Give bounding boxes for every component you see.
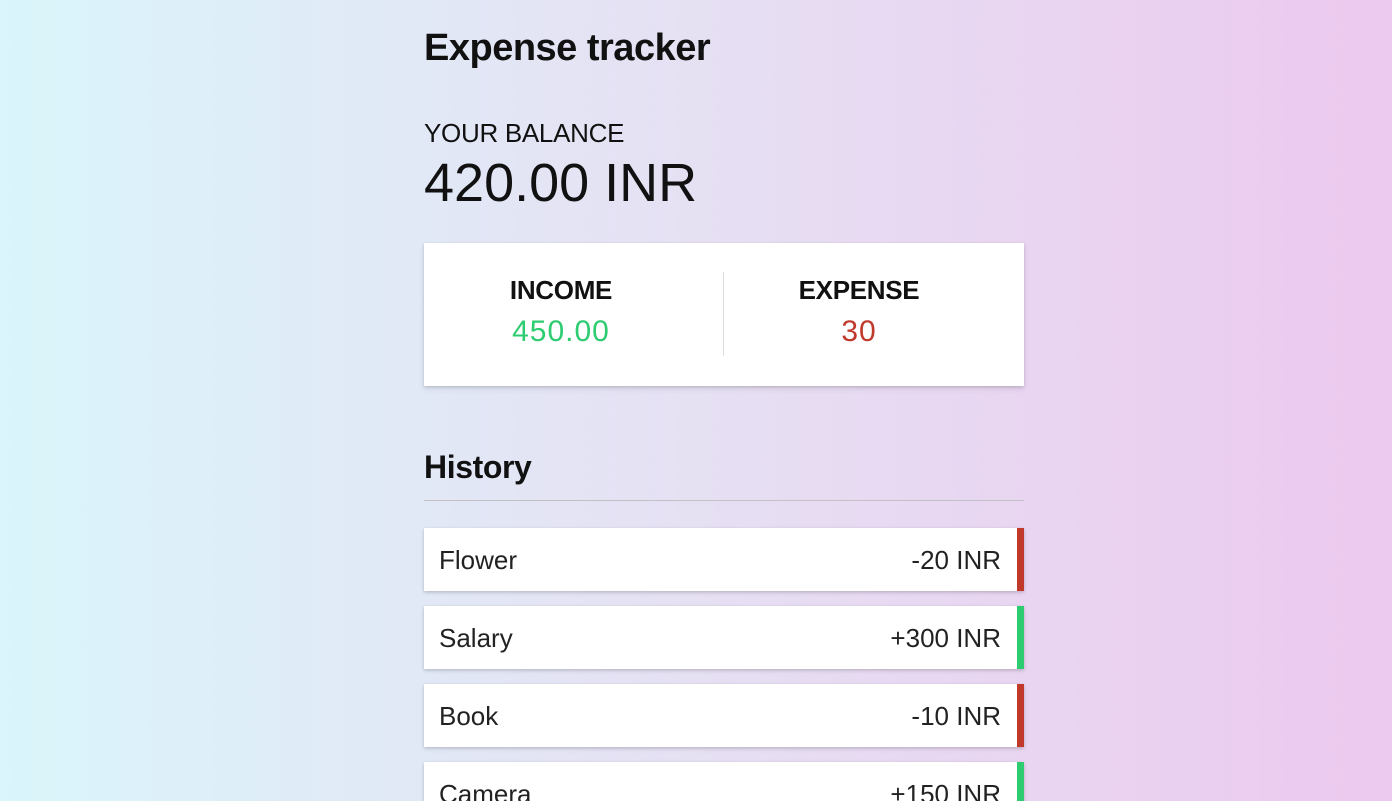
transaction-type-indicator — [1017, 684, 1024, 747]
history-item-amount: -10 INR — [911, 701, 1001, 731]
transaction-type-indicator — [1017, 528, 1024, 591]
balance-label: YOUR BALANCE — [424, 118, 625, 148]
income-expense-card: INCOME 450.00 EXPENSE 30 — [424, 243, 1024, 386]
history-divider — [424, 500, 1024, 501]
expense-section: EXPENSE 30 — [724, 243, 1024, 386]
expense-value: 30 — [841, 315, 877, 348]
history-item-name: Book — [439, 701, 499, 731]
transaction-type-indicator — [1017, 762, 1024, 801]
history-item-amount: +150 INR — [890, 779, 1001, 801]
page-title: Expense tracker — [424, 27, 711, 69]
income-label: INCOME — [509, 275, 613, 305]
balance-value: 420.00 INR — [424, 153, 698, 213]
history-item-name: Camera — [439, 779, 532, 801]
history-item[interactable]: Book -10 INR — [424, 684, 1024, 747]
income-value: 450.00 — [512, 315, 610, 348]
history-item-name: Salary — [439, 623, 513, 653]
history-item[interactable]: Camera +150 INR — [424, 762, 1024, 801]
history-item-amount: +300 INR — [890, 623, 1001, 653]
history-item-amount: -20 INR — [911, 545, 1001, 575]
expense-label: EXPENSE — [798, 275, 920, 305]
income-section: INCOME 450.00 — [424, 243, 724, 386]
history-item-name: Flower — [439, 545, 518, 575]
history-item[interactable]: Flower -20 INR — [424, 528, 1024, 591]
history-title: History — [424, 449, 532, 485]
transaction-type-indicator — [1017, 606, 1024, 669]
history-item[interactable]: Salary +300 INR — [424, 606, 1024, 669]
history-list: Flower -20 INR Salary +300 INR Book -10 … — [424, 528, 1024, 801]
